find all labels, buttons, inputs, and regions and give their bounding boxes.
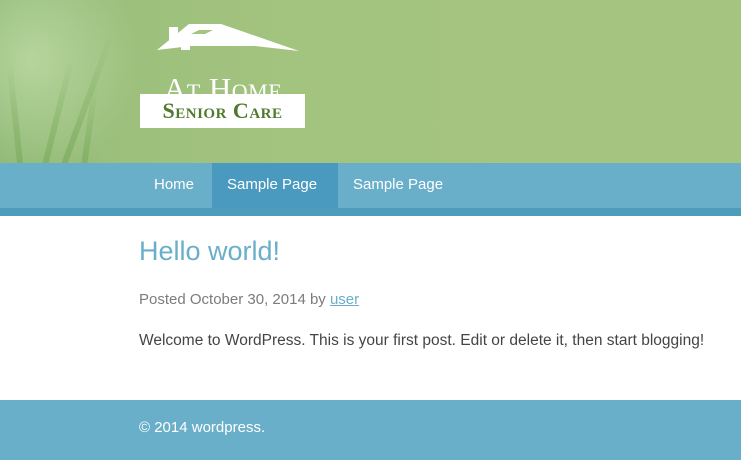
- nav-item-sample-page[interactable]: Sample Page: [338, 163, 458, 208]
- site-footer: © 2014 wordpress.: [0, 400, 741, 460]
- post-body: Welcome to WordPress. This is your first…: [139, 332, 705, 349]
- site-header: At Home Senior Care: [0, 0, 741, 163]
- main-nav: Home Sample Page Sample Page: [0, 163, 741, 208]
- post-meta-text: Posted October 30, 2014 by: [139, 291, 330, 308]
- nav-item-home[interactable]: Home: [139, 163, 209, 208]
- post-title[interactable]: Hello world!: [139, 236, 280, 267]
- site-logo[interactable]: At Home Senior Care: [139, 20, 307, 130]
- author-link[interactable]: user: [330, 291, 359, 308]
- house-roof-icon: [157, 24, 299, 51]
- nav-divider: [0, 208, 741, 216]
- logo-subtitle: Senior Care: [140, 94, 305, 128]
- footer-copyright: © 2014 wordpress.: [139, 419, 266, 436]
- post-meta: Posted October 30, 2014 by user: [139, 291, 359, 308]
- nav-item-sample-page-active[interactable]: Sample Page: [212, 163, 338, 208]
